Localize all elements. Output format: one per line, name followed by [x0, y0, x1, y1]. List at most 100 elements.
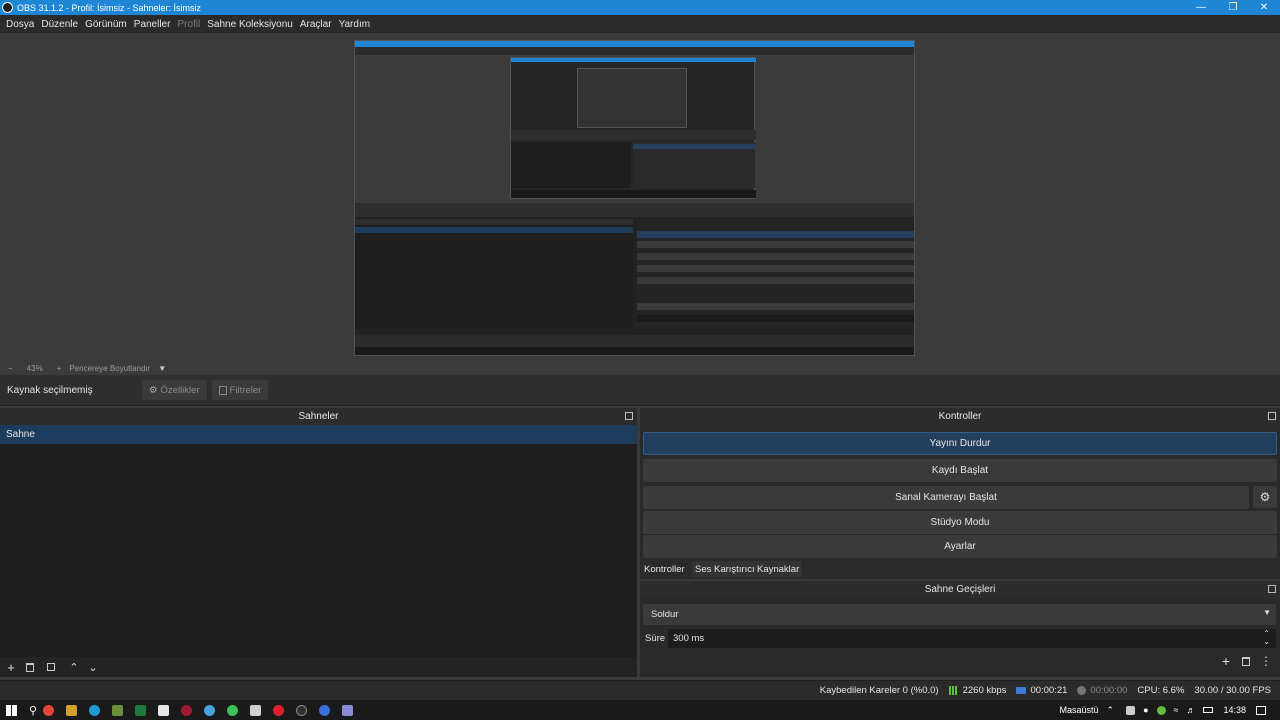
scenes-dock: Sahneler Sahne: [0, 408, 637, 657]
duration-label: Süre: [645, 633, 666, 644]
tray-green-icon[interactable]: [1156, 705, 1166, 715]
remove-transition-icon[interactable]: [1239, 654, 1253, 668]
preview-zoom-bar: − 43% + Pencereye Boyutlandır ▼: [0, 361, 1280, 375]
properties-button[interactable]: ⚙ Özellikler: [142, 380, 207, 400]
add-transition-icon[interactable]: +: [1219, 653, 1233, 669]
windows-start-icon[interactable]: [6, 704, 17, 716]
nested-scenes-dock: [355, 219, 633, 329]
fps-display: 30.00 / 30.00 FPS: [1194, 685, 1271, 696]
fit-to-window-button[interactable]: Pencereye Boyutlandır: [69, 364, 150, 373]
start-virtualcam-button[interactable]: Sanal Kamerayı Başlat: [643, 486, 1249, 509]
zoom-out-button[interactable]: −: [8, 364, 13, 373]
whatsapp-icon[interactable]: [227, 704, 239, 716]
store-icon[interactable]: [158, 704, 170, 716]
search-icon[interactable]: ⚲: [29, 704, 37, 717]
scenes-dock-title: Sahneler: [0, 408, 637, 425]
filters-button[interactable]: Filtreler: [211, 380, 269, 400]
stop-stream-button[interactable]: Yayını Durdur: [643, 432, 1277, 455]
transitions-dock-title: Sahne Geçişleri: [640, 581, 1280, 598]
windows-taskbar: ⚲ Masaüstü ⌃ ● ≈ ♬ 14:38: [0, 700, 1280, 720]
menu-docks[interactable]: Paneller: [133, 19, 172, 30]
title-bar: OBS 31.1.2 - Profil: İsimsiz - Sahneler:…: [0, 0, 1280, 15]
nested-preview-inner: [510, 57, 756, 199]
gear-icon: ⚙: [149, 384, 158, 396]
minecraft-icon[interactable]: [112, 704, 124, 716]
bitrate-indicator: 2260 kbps: [948, 685, 1006, 696]
virtualcam-settings-gear-icon[interactable]: ⚙: [1253, 486, 1277, 508]
menu-view[interactable]: Görünüm: [84, 19, 128, 30]
menu-bar: Dosya Düzenle Görünüm Paneller Profil Sa…: [0, 15, 1280, 33]
status-bar: Kaybedilen Kareler 0 (%0.0) 2260 kbps 00…: [0, 680, 1280, 700]
start-record-button[interactable]: Kaydı Başlat: [643, 459, 1277, 482]
add-scene-icon[interactable]: +: [4, 659, 18, 675]
close-button[interactable]: ✕: [1249, 0, 1279, 15]
battery-icon[interactable]: [1203, 707, 1214, 713]
undock-icon[interactable]: [1268, 585, 1276, 593]
tray-app-icon[interactable]: [1126, 705, 1136, 715]
stream-timer: 00:00:21: [1016, 685, 1067, 696]
zoom-dropdown-icon[interactable]: ▼: [158, 364, 166, 373]
chevron-down-icon: ▼: [1263, 608, 1271, 617]
zoom-in-button[interactable]: +: [57, 364, 62, 373]
move-up-icon[interactable]: ⌃: [67, 659, 81, 675]
menu-edit[interactable]: Düzenle: [40, 19, 79, 30]
scenes-footer: + ⌃ ⌄: [0, 657, 637, 677]
filter-icon: [218, 385, 227, 395]
obs-app-icon: [2, 2, 13, 13]
tab-controls[interactable]: Kontroller: [641, 561, 688, 577]
transition-select[interactable]: Soldur ▼: [643, 604, 1276, 625]
source-toolbar: Kaynak seçilmemiş ⚙ Özellikler Filtreler: [0, 375, 1280, 406]
menu-tools[interactable]: Araçlar: [299, 19, 333, 30]
restore-button[interactable]: ❐: [1218, 0, 1248, 15]
undock-icon[interactable]: [625, 412, 633, 420]
edge-icon[interactable]: [89, 704, 101, 716]
source-status: Kaynak seçilmemiş: [7, 384, 93, 396]
record-icon: [1077, 686, 1087, 695]
scene-list: Sahne: [0, 425, 637, 657]
clock[interactable]: 14:38: [1223, 705, 1246, 715]
remove-scene-icon[interactable]: [23, 660, 37, 674]
spin-down-icon[interactable]: ⌄: [1263, 637, 1270, 646]
notepad-icon[interactable]: [250, 704, 262, 716]
preview-canvas[interactable]: [354, 40, 915, 356]
zoom-level: 43%: [26, 363, 43, 373]
menu-help[interactable]: Yardım: [338, 19, 372, 30]
app-red-icon[interactable]: [181, 704, 193, 716]
app-icon[interactable]: [66, 704, 78, 716]
move-down-icon[interactable]: ⌄: [86, 659, 100, 675]
app-colorful-icon[interactable]: [204, 704, 216, 716]
menu-profile[interactable]: Profil: [176, 19, 201, 30]
stream-icon: [1016, 687, 1027, 694]
nested-statusbar: [355, 335, 914, 347]
undock-icon[interactable]: [1268, 412, 1276, 420]
dropped-frames: Kaybedilen Kareler 0 (%0.0): [819, 685, 939, 696]
volume-icon[interactable]: ♬: [1186, 705, 1195, 715]
transition-menu-icon[interactable]: ⋮: [1259, 653, 1273, 669]
microphone-icon[interactable]: ●: [1143, 705, 1148, 715]
opera-icon[interactable]: [273, 704, 285, 716]
app-drop-icon[interactable]: [319, 704, 331, 716]
settings-button[interactable]: Ayarlar: [643, 535, 1277, 558]
controls-dock-title: Kontroller: [640, 408, 1280, 425]
menu-file[interactable]: Dosya: [5, 19, 35, 30]
tab-audio-mixer[interactable]: Ses Karıştırıcı: [692, 561, 758, 577]
menu-scene-collection[interactable]: Sahne Koleksiyonu: [206, 19, 294, 30]
obs-taskbar-icon[interactable]: [296, 704, 308, 716]
nested-controls-dock: [637, 219, 914, 329]
wifi-icon[interactable]: ≈: [1174, 705, 1179, 715]
scene-filters-icon[interactable]: [44, 660, 58, 674]
scene-item[interactable]: Sahne: [0, 425, 637, 444]
camera-app-icon[interactable]: [342, 704, 354, 716]
nested-taskbar: [355, 347, 914, 355]
duration-spinbox[interactable]: 300 ms ⌃ ⌄: [668, 629, 1276, 648]
record-timer: 00:00:00: [1077, 685, 1127, 696]
studio-mode-button[interactable]: Stüdyo Modu: [643, 511, 1277, 534]
minimize-button[interactable]: —: [1186, 0, 1216, 15]
chrome-icon[interactable]: [43, 704, 55, 716]
tray-chevron-icon[interactable]: ⌃: [1107, 705, 1115, 716]
nested-menubar: [355, 47, 914, 55]
desktop-label[interactable]: Masaüstü: [1060, 705, 1099, 715]
tab-sources[interactable]: Kaynaklar: [754, 561, 803, 577]
excel-icon[interactable]: [135, 704, 147, 716]
notification-icon[interactable]: [1256, 705, 1266, 715]
